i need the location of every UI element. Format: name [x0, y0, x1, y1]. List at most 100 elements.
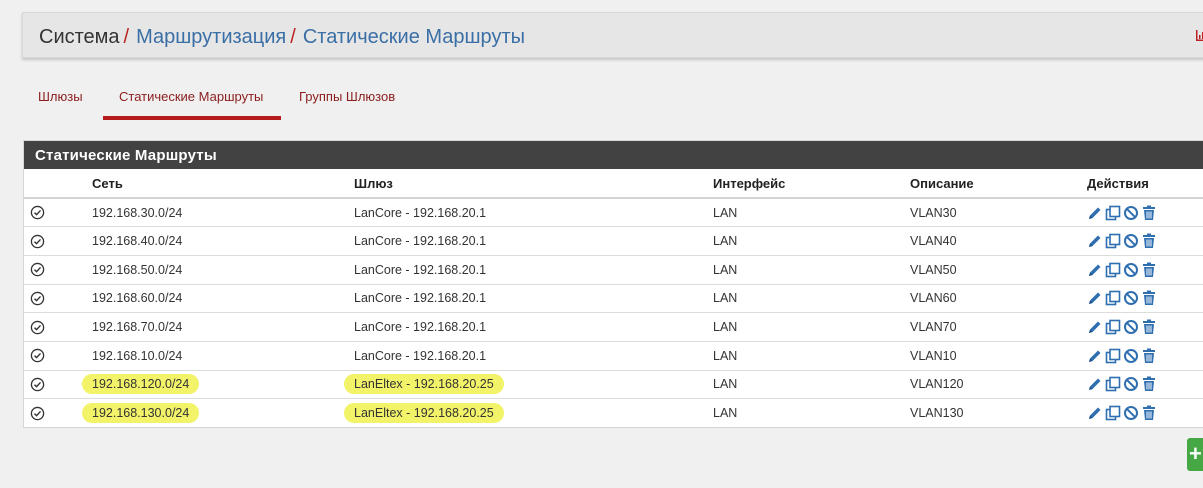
- breadcrumb-separator: /: [123, 26, 130, 48]
- network-cell: 192.168.70.0/24: [92, 312, 354, 342]
- network-value: 192.168.10.0/24: [92, 348, 183, 363]
- table-row[interactable]: 192.168.60.0/24 LanCore - 192.168.20.1 LAN…: [24, 283, 1203, 313]
- table-row[interactable]: 192.168.50.0/24 LanCore - 192.168.20.1 LAN…: [24, 254, 1203, 285]
- ban-icon[interactable]: [1123, 405, 1139, 421]
- status-cell: [24, 254, 92, 285]
- gateway-value: LanCore - 192.168.20.1: [354, 262, 487, 277]
- column-header-network[interactable]: Сеть: [92, 169, 354, 199]
- status-cell: [24, 312, 92, 342]
- description-cell: VLAN120: [910, 369, 1087, 399]
- breadcrumb-link-static-routes[interactable]: Статические Маршруты: [303, 26, 525, 48]
- check-circle-icon: [30, 205, 45, 220]
- ban-icon[interactable]: [1123, 290, 1139, 306]
- breadcrumb: Система / Маршрутизация / Статические Маршру…: [39, 25, 525, 49]
- ban-icon[interactable]: [1123, 348, 1139, 364]
- gateway-value: LanEltex - 192.168.20.25: [344, 403, 504, 424]
- copy-icon[interactable]: [1105, 233, 1121, 249]
- description-cell: VLAN40: [910, 226, 1087, 256]
- check-circle-icon: [30, 262, 45, 277]
- table-row[interactable]: 192.168.130.0/24 LanEltex - 192.168.20.25…: [24, 398, 1203, 428]
- gateway-cell: LanCore - 192.168.20.1: [354, 226, 713, 256]
- gateway-cell: LanCore - 192.168.20.1: [354, 283, 713, 313]
- interface-cell: LAN: [713, 254, 910, 285]
- table-header-row: Сеть Шлюз Интерфейс Описание Действия: [24, 169, 1203, 199]
- network-value: 192.168.30.0/24: [92, 205, 183, 220]
- column-header-interface[interactable]: Интерфейс: [713, 169, 910, 199]
- network-cell: 192.168.50.0/24: [92, 254, 354, 285]
- table-row[interactable]: 192.168.70.0/24 LanCore - 192.168.20.1 LAN…: [24, 312, 1203, 342]
- tab-gateways[interactable]: Шлюзы: [38, 84, 83, 120]
- column-header-description[interactable]: Описание: [910, 169, 1087, 199]
- network-cell: 192.168.30.0/24: [92, 198, 354, 227]
- column-header-gateway[interactable]: Шлюз: [354, 169, 713, 199]
- breadcrumb-root: Система: [39, 26, 120, 48]
- actions-cell: [1087, 254, 1203, 285]
- table-row[interactable]: 192.168.40.0/24 LanCore - 192.168.20.1 LAN…: [24, 226, 1203, 256]
- copy-icon[interactable]: [1105, 262, 1121, 278]
- tab-static-routes[interactable]: Статические Маршруты: [103, 84, 281, 120]
- ban-icon[interactable]: [1123, 233, 1139, 249]
- trash-icon[interactable]: [1141, 290, 1157, 306]
- interface-cell: LAN: [713, 226, 910, 256]
- network-cell: 192.168.60.0/24: [92, 283, 354, 313]
- description-cell: VLAN130: [910, 398, 1087, 428]
- network-cell: 192.168.10.0/24: [92, 340, 354, 371]
- trash-icon[interactable]: [1141, 205, 1157, 221]
- gateway-cell: LanEltex - 192.168.20.25: [344, 369, 713, 399]
- ban-icon[interactable]: [1123, 376, 1139, 392]
- network-cell: 192.168.130.0/24: [82, 398, 354, 428]
- table-row[interactable]: 192.168.30.0/24 LanCore - 192.168.20.1 LAN…: [24, 198, 1203, 227]
- page-header: Система / Маршрутизация / Статические Маршру…: [22, 12, 1203, 58]
- pencil-icon[interactable]: [1087, 290, 1103, 306]
- copy-icon[interactable]: [1105, 290, 1121, 306]
- copy-icon[interactable]: [1105, 376, 1121, 392]
- copy-icon[interactable]: [1105, 205, 1121, 221]
- ban-icon[interactable]: [1123, 205, 1139, 221]
- interface-cell: LAN: [713, 340, 910, 371]
- check-circle-icon: [30, 233, 45, 248]
- pencil-icon[interactable]: [1087, 348, 1103, 364]
- trash-icon[interactable]: [1141, 405, 1157, 421]
- table-row[interactable]: 192.168.120.0/24 LanEltex - 192.168.20.25…: [24, 369, 1203, 399]
- column-header-status: [24, 169, 92, 199]
- pencil-icon[interactable]: [1087, 405, 1103, 421]
- breadcrumb-link-routing[interactable]: Маршрутизация: [136, 26, 286, 48]
- interface-cell: LAN: [713, 283, 910, 313]
- interface-cell: LAN: [713, 398, 910, 428]
- copy-icon[interactable]: [1105, 405, 1121, 421]
- network-value: 192.168.60.0/24: [92, 291, 183, 306]
- network-value: 192.168.70.0/24: [92, 320, 183, 335]
- network-value: 192.168.120.0/24: [82, 374, 200, 395]
- description-cell: VLAN60: [910, 283, 1087, 313]
- status-cell: [24, 283, 92, 313]
- copy-icon[interactable]: [1105, 348, 1121, 364]
- check-circle-icon: [30, 406, 45, 421]
- trash-icon[interactable]: [1141, 376, 1157, 392]
- trash-icon[interactable]: [1141, 262, 1157, 278]
- description-cell: VLAN10: [910, 340, 1087, 371]
- pencil-icon[interactable]: [1087, 233, 1103, 249]
- pencil-icon[interactable]: [1087, 376, 1103, 392]
- column-header-actions: Действия: [1087, 169, 1203, 199]
- gateway-value: LanCore - 192.168.20.1: [354, 291, 487, 306]
- actions-cell: [1087, 340, 1203, 371]
- check-circle-icon: [30, 348, 45, 363]
- trash-icon[interactable]: [1141, 233, 1157, 249]
- trash-icon[interactable]: [1141, 319, 1157, 335]
- trash-icon[interactable]: [1141, 348, 1157, 364]
- add-route-button[interactable]: +: [1187, 438, 1203, 471]
- ban-icon[interactable]: [1123, 262, 1139, 278]
- copy-icon[interactable]: [1105, 319, 1121, 335]
- actions-cell: [1087, 369, 1203, 399]
- table-row[interactable]: 192.168.10.0/24 LanCore - 192.168.20.1 LAN…: [24, 340, 1203, 371]
- interface-cell: LAN: [713, 312, 910, 342]
- pencil-icon[interactable]: [1087, 205, 1103, 221]
- pencil-icon[interactable]: [1087, 319, 1103, 335]
- pencil-icon[interactable]: [1087, 262, 1103, 278]
- bar-chart-icon[interactable]: [1195, 28, 1203, 42]
- static-routes-panel: Статические Маршруты Сеть Шлюз Интерфейс…: [23, 140, 1203, 428]
- gateway-value: LanCore - 192.168.20.1: [354, 320, 487, 335]
- check-circle-icon: [30, 377, 45, 392]
- tab-gateway-groups[interactable]: Группы Шлюзов: [299, 84, 395, 120]
- ban-icon[interactable]: [1123, 319, 1139, 335]
